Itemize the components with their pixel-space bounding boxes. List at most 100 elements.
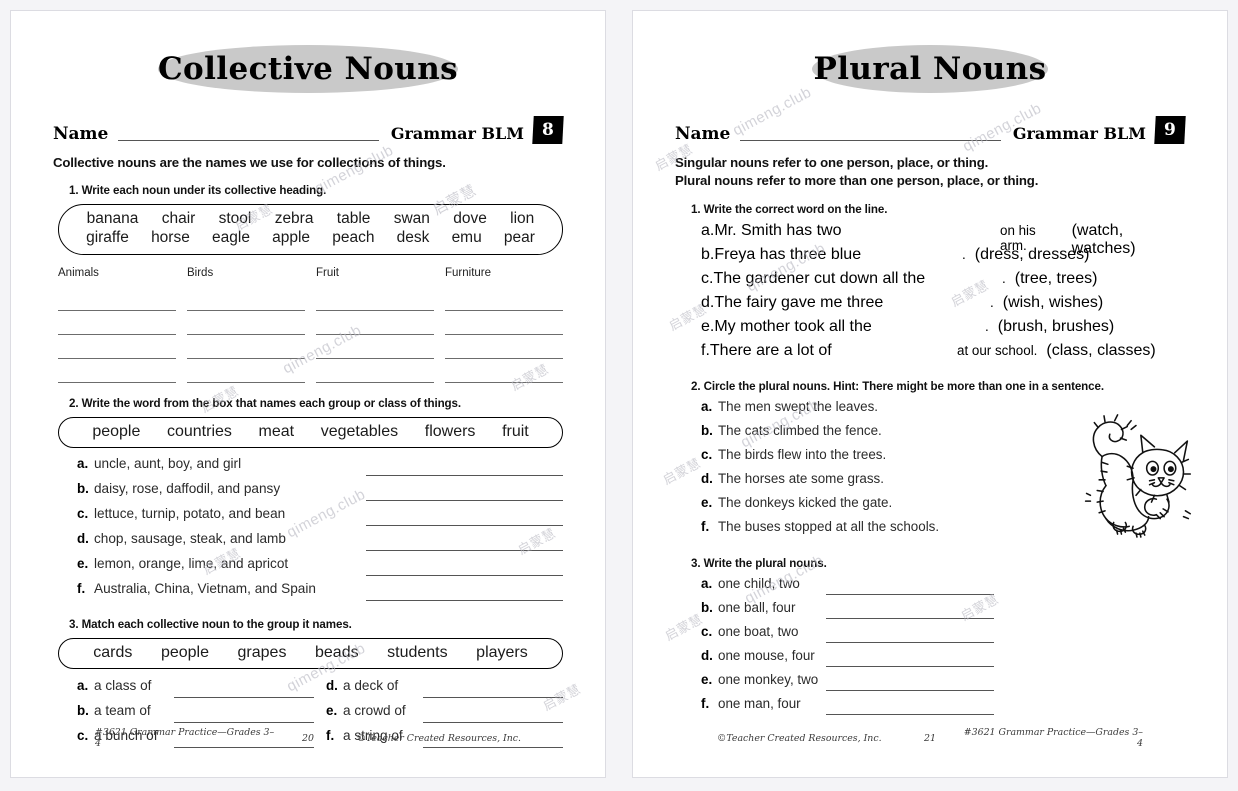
word-box-word: apple <box>272 228 311 246</box>
answer-line[interactable] <box>366 599 563 601</box>
list-item[interactable]: e. The donkeys kicked the gate. <box>701 495 1001 519</box>
item-options: (wish, wishes) <box>1002 293 1104 311</box>
exercise-1: 1. Write the correct word on the line. a… <box>675 203 1185 366</box>
list-item[interactable]: a. The men swept the leaves. <box>701 399 1001 423</box>
exercise-3-instruction: 3. Write the plural nouns. <box>691 557 1185 570</box>
item-options: (class, classes) <box>1046 341 1156 359</box>
exercise-2-items: a. uncle, aunt, boy, and girl b. daisy, … <box>77 456 563 606</box>
answer-line[interactable] <box>174 696 314 698</box>
word-box-word: horse <box>151 228 190 246</box>
exercise-2-items: a. The men swept the leaves. b. The cats… <box>701 399 1001 543</box>
list-item[interactable]: c. The birds flew into the trees. <box>701 447 1001 471</box>
word-box-word: giraffe <box>86 228 129 246</box>
item-text: lettuce, turnip, potato, and bean <box>94 505 286 521</box>
word-box-word: fruit <box>502 422 529 440</box>
exercise-1-number: 1. <box>691 202 701 216</box>
answer-line[interactable] <box>826 617 994 619</box>
answer-line[interactable] <box>826 593 994 595</box>
list-item[interactable]: b. The cats climbed the fence. <box>701 423 1001 447</box>
word-box-word: lion <box>510 209 535 227</box>
item-text-pre: Mr. Smith has two <box>714 221 842 239</box>
exercise-3-word-box: cards people grapes beads students playe… <box>58 637 563 669</box>
word-box-word: peach <box>332 228 375 246</box>
list-item: f. There are a lot of at our school. (cl… <box>701 342 1185 366</box>
item-letter: f. <box>701 518 710 534</box>
exercise-3-instruction: 3. Match each collective noun to the gro… <box>69 618 563 631</box>
item-letter: a. <box>77 455 89 471</box>
list-item: c. The gardener cut down all the . (tree… <box>701 270 1185 294</box>
item-letter: d. <box>701 647 713 663</box>
footer-page-number: 21 <box>924 732 936 744</box>
answer-line[interactable] <box>58 287 176 311</box>
footer-left: #3621 Grammar Practice—Grades 3–4 <box>95 727 275 749</box>
answer-line[interactable] <box>445 335 563 359</box>
answer-line[interactable] <box>826 665 994 667</box>
item-letter: b. <box>701 245 715 263</box>
word-box-word: beads <box>315 643 359 661</box>
answer-line[interactable] <box>58 311 176 335</box>
answer-line[interactable] <box>826 641 994 643</box>
list-item[interactable]: d. The horses ate some grass. <box>701 471 1001 495</box>
list-item: d. The fairy gave me three . (wish, wish… <box>701 294 1185 318</box>
intro-line: Collective nouns are the names we use fo… <box>53 155 446 170</box>
answer-line[interactable] <box>445 287 563 311</box>
list-item: b. daisy, rose, daffodil, and pansy <box>77 481 563 506</box>
answer-line[interactable] <box>174 721 314 723</box>
answer-line[interactable] <box>316 335 434 359</box>
word-box-word: cards <box>93 643 133 661</box>
answer-line[interactable] <box>58 335 176 359</box>
intro-line: Plural nouns refer to more than one pers… <box>675 172 1039 188</box>
answer-line[interactable] <box>316 287 434 311</box>
answer-line[interactable] <box>187 311 305 335</box>
answer-line[interactable] <box>366 549 563 551</box>
answer-line[interactable] <box>826 689 994 691</box>
answer-line[interactable] <box>316 311 434 335</box>
item-letter: c. <box>701 623 713 639</box>
word-box-word: swan <box>393 209 430 227</box>
exercise-3-number: 3. <box>69 617 79 631</box>
answer-line[interactable] <box>58 359 176 383</box>
list-item: e. a crowd of <box>326 703 563 728</box>
word-box-word: dove <box>453 209 487 227</box>
word-box-word: eagle <box>212 228 250 246</box>
item-text: lemon, orange, lime, and apricot <box>94 555 289 571</box>
list-item: e. one monkey, two <box>701 672 1185 696</box>
item-letter: e. <box>701 671 713 687</box>
exercise-1-text: Write the correct word on the line. <box>703 202 888 216</box>
answer-line[interactable] <box>366 474 563 476</box>
item-text: The buses stopped at all the schools. <box>718 518 940 534</box>
answer-line[interactable] <box>187 359 305 383</box>
list-item: d. a deck of <box>326 678 563 703</box>
list-item[interactable]: f. The buses stopped at all the schools. <box>701 519 1001 543</box>
answer-line[interactable] <box>187 335 305 359</box>
answer-line[interactable] <box>366 574 563 576</box>
word-box-word: banana <box>86 209 139 227</box>
answer-line[interactable] <box>316 359 434 383</box>
answer-line[interactable] <box>423 696 563 698</box>
category-heading: Birds <box>187 266 214 279</box>
answer-line[interactable] <box>445 311 563 335</box>
item-text-post: at our school. <box>957 342 1038 358</box>
page-title-block: Collective Nouns <box>53 33 563 105</box>
item-text: The men swept the leaves. <box>718 398 879 414</box>
item-text: one man, four <box>718 695 801 711</box>
word-box-row: banana chair stool zebra table swan dove… <box>75 210 546 229</box>
list-item: f. one man, four <box>701 696 1185 720</box>
answer-line[interactable] <box>445 359 563 383</box>
word-box-word: people <box>92 422 141 440</box>
word-box-row: cards people grapes beads students playe… <box>75 644 546 662</box>
name-input-line[interactable] <box>740 139 1001 141</box>
answer-line[interactable] <box>366 499 563 501</box>
list-item: c. lettuce, turnip, potato, and bean <box>77 506 563 531</box>
item-text: daisy, rose, daffodil, and pansy <box>94 480 281 496</box>
answer-line[interactable] <box>366 524 563 526</box>
name-input-line[interactable] <box>118 139 379 141</box>
footer-page-number: 20 <box>302 732 314 744</box>
exercise-1-word-box: banana chair stool zebra table swan dove… <box>58 203 563 255</box>
footer-right: #3621 Grammar Practice—Grades 3–4 <box>963 727 1143 749</box>
word-box-word: people <box>160 643 209 661</box>
answer-line[interactable] <box>826 713 994 715</box>
answer-line[interactable] <box>423 721 563 723</box>
answer-line[interactable] <box>187 287 305 311</box>
item-letter: d. <box>326 677 338 693</box>
